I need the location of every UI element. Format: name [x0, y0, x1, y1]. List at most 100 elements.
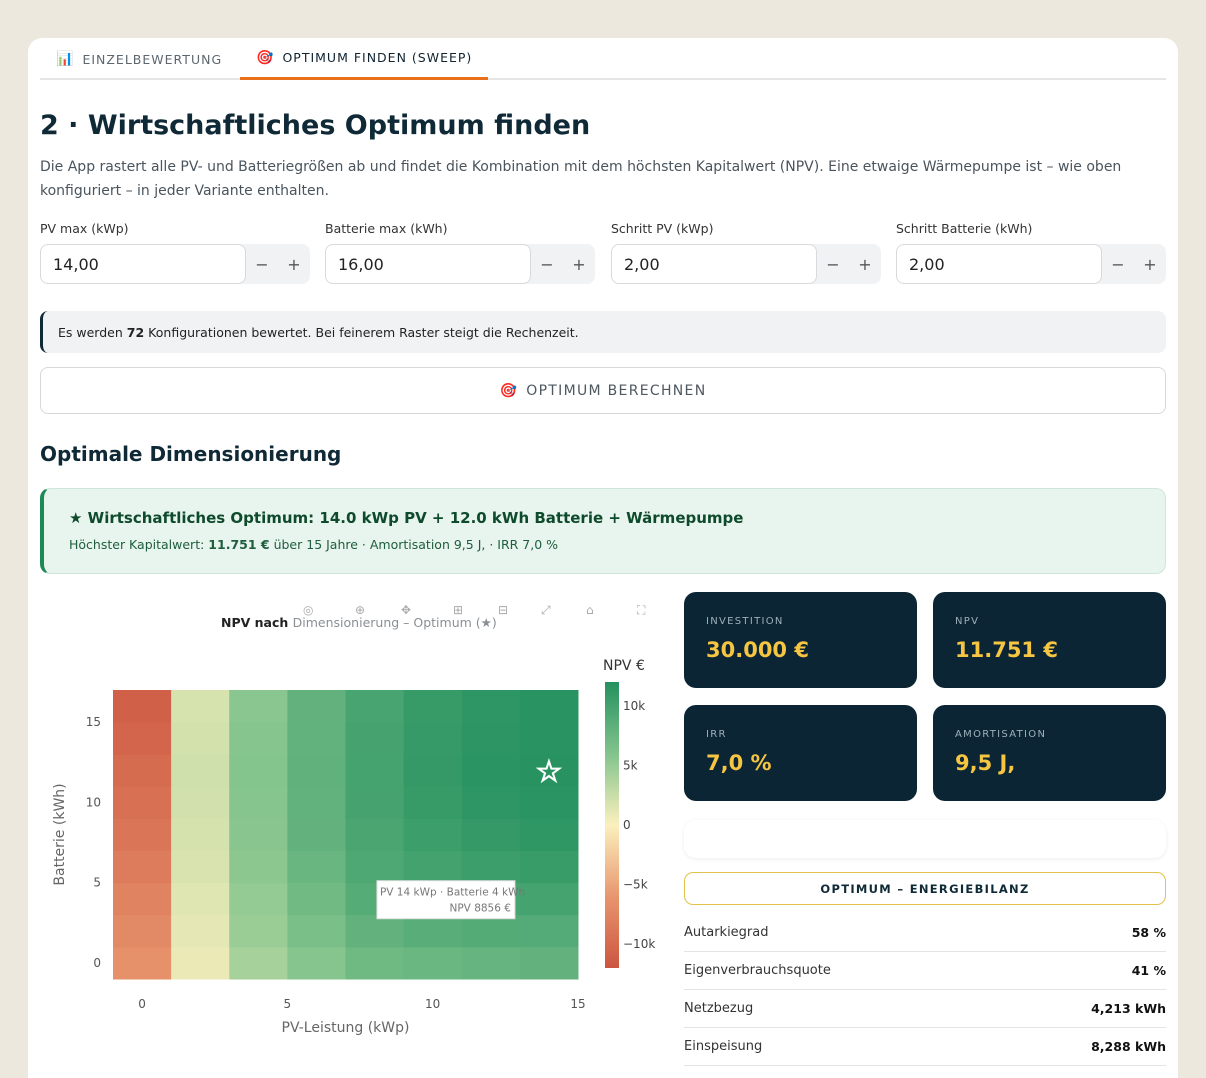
- heatmap-cell[interactable]: [403, 946, 463, 980]
- heatmap-cell[interactable]: [171, 914, 230, 948]
- heatmap-cell[interactable]: [171, 818, 230, 852]
- heatmap-cell[interactable]: [345, 850, 405, 884]
- decrement-button[interactable]: −: [1102, 244, 1134, 284]
- energy-row: Netzbezug 4,213 kWh: [684, 990, 1166, 1028]
- increment-button[interactable]: +: [1134, 244, 1166, 284]
- pv-max-input[interactable]: 14,00: [40, 244, 246, 284]
- heatmap-cell[interactable]: [461, 914, 521, 948]
- heatmap-cell[interactable]: [345, 914, 405, 948]
- colorbar: [605, 682, 619, 968]
- heatmap-cell[interactable]: [461, 690, 521, 723]
- heatmap-cell[interactable]: [461, 818, 521, 852]
- heatmap-cell[interactable]: [461, 722, 521, 755]
- heatmap-cell[interactable]: [345, 754, 405, 787]
- heatmap-cell[interactable]: [519, 722, 579, 755]
- heatmap-cell[interactable]: [287, 818, 346, 852]
- heatmap-cell[interactable]: [229, 754, 288, 787]
- decrement-button[interactable]: −: [817, 244, 849, 284]
- heatmap-cell[interactable]: [519, 914, 579, 948]
- y-axis-label: Batterie (kWh): [52, 783, 68, 885]
- increment-button[interactable]: +: [849, 244, 881, 284]
- heatmap-cell[interactable]: [345, 786, 405, 819]
- heatmap-cell[interactable]: [229, 786, 288, 819]
- y-tick-label: 10: [86, 795, 101, 809]
- heatmap-cell[interactable]: [171, 882, 230, 916]
- heatmap-cell[interactable]: [229, 722, 288, 755]
- tab-label: EINZELBEWERTUNG: [82, 51, 223, 67]
- heatmap-cell[interactable]: [113, 722, 172, 755]
- heatmap-cell[interactable]: [461, 946, 521, 980]
- heatmap-cell[interactable]: [519, 786, 579, 819]
- increment-button[interactable]: +: [563, 244, 595, 284]
- tab-optimum-sweep[interactable]: 🎯 OPTIMUM FINDEN (SWEEP): [240, 38, 489, 80]
- heatmap-cell[interactable]: [287, 914, 346, 948]
- energy-row: Autarkiegrad 58 %: [684, 914, 1166, 952]
- increment-button[interactable]: +: [278, 244, 310, 284]
- heatmap-cell[interactable]: [519, 946, 579, 980]
- heatmap-cell[interactable]: [113, 786, 172, 819]
- heatmap-cell[interactable]: [403, 786, 463, 819]
- heatmap-cell[interactable]: [113, 882, 172, 916]
- heatmap-cell[interactable]: [171, 850, 230, 884]
- heatmap-cell[interactable]: [113, 754, 172, 787]
- heatmap-cell[interactable]: [229, 946, 288, 980]
- heatmap-cell[interactable]: [171, 946, 230, 980]
- heatmap-cell[interactable]: [171, 690, 230, 723]
- battery-step-input[interactable]: 2,00: [896, 244, 1102, 284]
- heatmap-cell[interactable]: [113, 690, 172, 723]
- heatmap-cell[interactable]: [345, 722, 405, 755]
- heatmap-cell[interactable]: [287, 722, 346, 755]
- decrement-button[interactable]: −: [246, 244, 278, 284]
- tab-einzelbewertung[interactable]: 📊 EINZELBEWERTUNG: [40, 38, 238, 80]
- heatmap-cell[interactable]: [461, 754, 521, 787]
- heatmap-cell[interactable]: [113, 914, 172, 948]
- heatmap-cell[interactable]: [403, 754, 463, 787]
- heatmap-cell[interactable]: [345, 818, 405, 852]
- heatmap-cell[interactable]: [403, 690, 463, 723]
- x-tick-label: 10: [425, 997, 440, 1011]
- heatmap-cell[interactable]: [171, 754, 230, 787]
- heatmap-cell[interactable]: [403, 850, 463, 884]
- npv-heatmap-chart: ◎ ⊕ ✥ ⊞ ⊟ ⤢ ⌂ ⛶ NPV nach Dimensionierung…: [40, 590, 670, 1060]
- optimum-star-icon[interactable]: ☆: [535, 754, 563, 790]
- heatmap-cell[interactable]: [461, 786, 521, 819]
- battery-max-input[interactable]: 16,00: [325, 244, 531, 284]
- calculate-optimum-button[interactable]: 🎯 OPTIMUM BERECHNEN: [40, 367, 1166, 414]
- heatmap-cell[interactable]: [229, 690, 288, 723]
- number-input: 2,00 − +: [896, 244, 1166, 284]
- pv-step-input[interactable]: 2,00: [611, 244, 817, 284]
- tab-label: OPTIMUM FINDEN (SWEEP): [282, 50, 473, 65]
- heatmap-cell[interactable]: [171, 786, 230, 819]
- decrement-button[interactable]: −: [531, 244, 563, 284]
- heatmap-cell[interactable]: [287, 754, 346, 787]
- heatmap-cell[interactable]: [229, 818, 288, 852]
- heatmap-cell[interactable]: [519, 690, 579, 723]
- heatmap-cell[interactable]: [519, 850, 579, 884]
- heatmap-cell[interactable]: [229, 914, 288, 948]
- heatmap-cell[interactable]: [287, 882, 346, 916]
- heatmap-cell[interactable]: [229, 850, 288, 884]
- heatmap-cell[interactable]: [519, 818, 579, 852]
- heatmap-cell[interactable]: [113, 946, 172, 980]
- heatmap-cell[interactable]: [113, 818, 172, 852]
- target-icon: 🎯: [256, 49, 275, 66]
- heatmap-cell[interactable]: [519, 882, 579, 916]
- heatmap-cell[interactable]: [403, 818, 463, 852]
- heatmap-cell[interactable]: [113, 850, 172, 884]
- colorbar-tick-label: −10k: [623, 937, 655, 951]
- kpi-label: AMORTISATION: [955, 729, 1047, 740]
- heatmap-cell[interactable]: [345, 690, 405, 723]
- heatmap-cell[interactable]: [171, 722, 230, 755]
- heatmap-cell[interactable]: [403, 914, 463, 948]
- x-axis-label: PV-Leistung (kWp): [282, 1020, 410, 1036]
- heatmap-cell[interactable]: [287, 786, 346, 819]
- heatmap-cell[interactable]: [403, 722, 463, 755]
- heatmap-cell[interactable]: [287, 850, 346, 884]
- page-title: 2 · Wirtschaftliches Optimum finden: [40, 110, 591, 141]
- field-label: Schritt PV (kWp): [611, 221, 714, 236]
- heatmap-cell[interactable]: [345, 946, 405, 980]
- heatmap-cell[interactable]: [287, 690, 346, 723]
- heatmap-cell[interactable]: [229, 882, 288, 916]
- heatmap-cell[interactable]: [287, 946, 346, 980]
- heatmap-cell[interactable]: [461, 850, 521, 884]
